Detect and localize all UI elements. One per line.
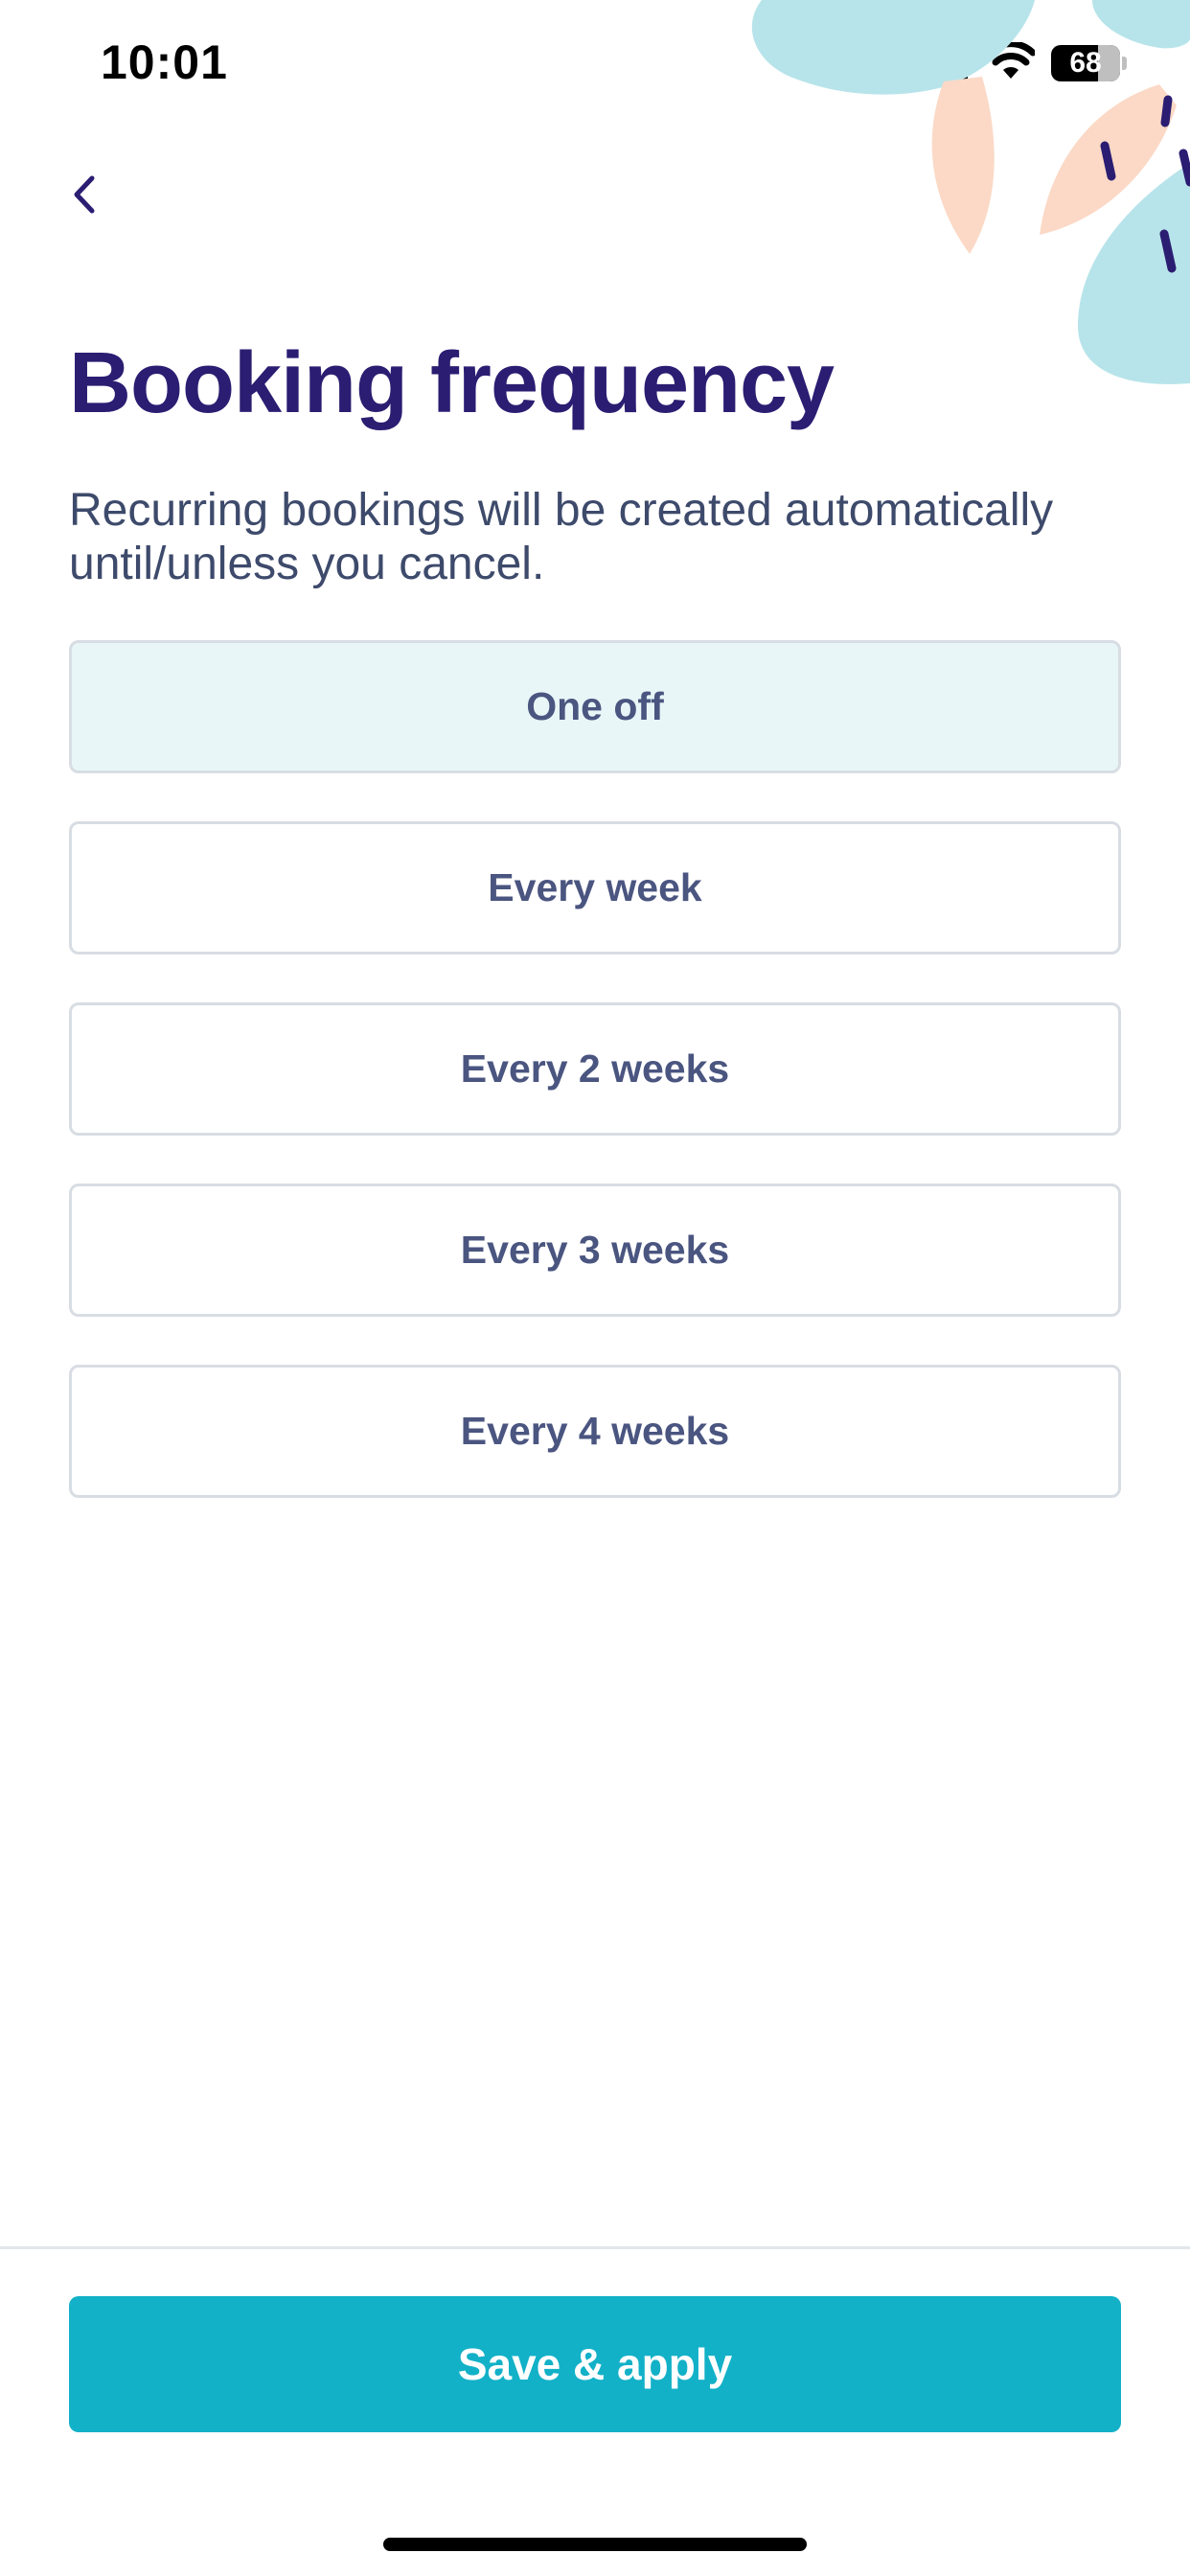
option-label: Every 2 weeks [460, 1046, 730, 1091]
back-button[interactable] [57, 163, 115, 226]
decoration-stroke-2 [1160, 95, 1173, 127]
option-label: One off [526, 684, 664, 728]
page-description: Recurring bookings will be created autom… [69, 485, 1054, 589]
decoration-blue-leaf-top-right [1092, 0, 1190, 49]
option-every-2-weeks[interactable]: Every 2 weeks [69, 1002, 1121, 1136]
page-title: Booking frequency [69, 335, 835, 431]
option-label: Every week [488, 865, 702, 909]
chevron-left-icon [74, 175, 95, 214]
save-apply-button[interactable]: Save & apply [69, 2296, 1121, 2432]
option-every-4-weeks[interactable]: Every 4 weeks [69, 1365, 1121, 1498]
option-one-off[interactable]: One off [69, 640, 1121, 773]
decoration-peach-leaf-left [931, 77, 995, 254]
frequency-options: One off Every week Every 2 weeks Every 3… [69, 640, 1121, 1546]
option-every-3-weeks[interactable]: Every 3 weeks [69, 1184, 1121, 1317]
home-indicator [383, 2538, 807, 2551]
footer-divider [0, 2246, 1190, 2249]
decoration-blue-blob-top [751, 0, 1035, 95]
option-label: Every 3 weeks [460, 1228, 730, 1272]
status-time: 10:01 [101, 35, 228, 89]
save-apply-label: Save & apply [457, 2339, 733, 2389]
option-label: Every 4 weeks [460, 1409, 730, 1453]
option-every-week[interactable]: Every week [69, 821, 1121, 954]
